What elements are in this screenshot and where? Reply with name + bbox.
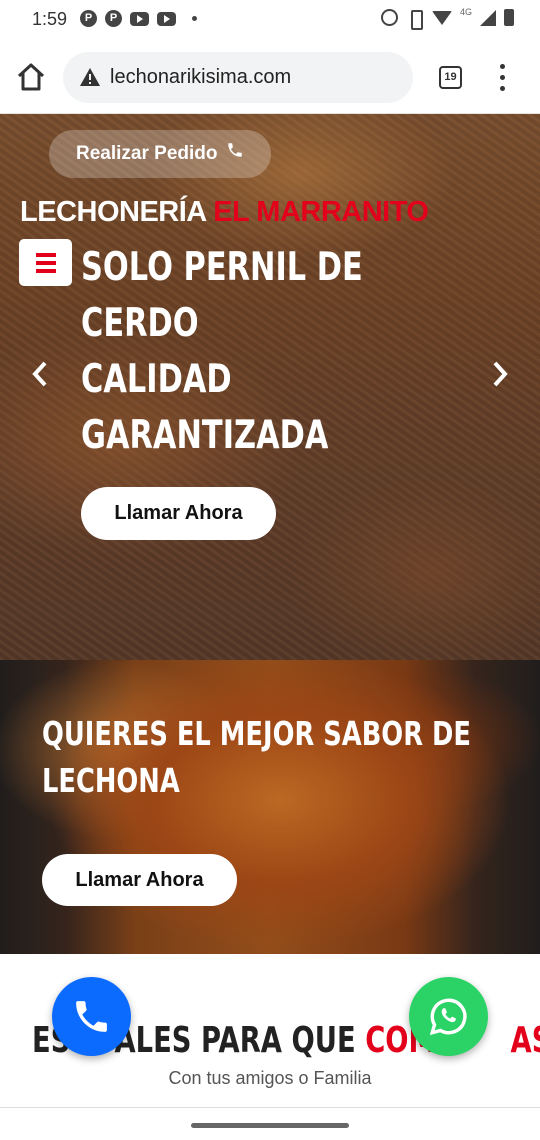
phone-icon [226, 130, 244, 178]
hero-slider: Realizar Pedido LECHONERÍA EL MARRANITO … [0, 114, 540, 660]
floating-whatsapp-button[interactable] [409, 977, 488, 1056]
chevron-right-icon[interactable] [488, 359, 512, 389]
url-text[interactable]: lechonarikisima.com [110, 66, 291, 89]
battery-icon [504, 9, 514, 26]
hero-title-line: SOLO PERNIL DE [81, 245, 363, 290]
lechona-image [0, 660, 540, 954]
wifi-icon [431, 10, 452, 25]
brand-name: EL MARRANITO [213, 196, 429, 228]
call-now-button[interactable]: Llamar Ahora [42, 854, 237, 906]
browser-toolbar: lechonarikisima.com 19 [0, 40, 540, 114]
youtube-icon [130, 11, 149, 26]
promo-title-line: QUIERES EL MEJOR SABOR DE [42, 714, 471, 753]
pinterest-icon: P [80, 10, 97, 27]
vibrate-icon [406, 9, 424, 30]
network-type: 4G [459, 6, 472, 17]
home-icon[interactable] [14, 60, 48, 94]
promo-banner: QUIERES EL MEJOR SABOR DE LECHONA Llamar… [0, 660, 540, 954]
hero-title: SOLO PERNIL DE CERDO CALIDAD GARANTIZADA [81, 240, 363, 464]
notification-icons: P P [80, 10, 197, 27]
divider [0, 1107, 540, 1108]
section-title-middle: ALES PARA QUE [114, 1020, 356, 1061]
floating-call-button[interactable] [52, 977, 131, 1056]
section-subtitle: Con tus amigos o Familia [168, 1068, 372, 1088]
hero-title-line: CERDO [81, 301, 199, 346]
tabs-icon[interactable]: 19 [439, 66, 462, 89]
overflow-menu-icon[interactable] [492, 64, 514, 92]
youtube-icon [157, 11, 176, 26]
hamburger-icon[interactable] [19, 239, 72, 286]
hero-title-line: CALIDAD [81, 357, 232, 402]
brand-prefix: LECHONERÍA [20, 196, 206, 228]
promo-title-line: LECHONA [42, 761, 180, 800]
section-title-end: AS [510, 1020, 540, 1061]
hero-title-line: GARANTIZADA [81, 413, 329, 458]
gesture-nav-handle[interactable] [191, 1123, 349, 1128]
chevron-left-icon[interactable] [28, 359, 52, 389]
signal-icon [480, 9, 496, 26]
alarm-icon [380, 9, 398, 26]
warning-icon[interactable] [79, 67, 101, 87]
order-button[interactable]: Realizar Pedido [49, 130, 271, 178]
whatsapp-icon [429, 998, 467, 1036]
address-bar[interactable]: lechonarikisima.com [63, 52, 413, 103]
status-bar: 1:59 P P 4G [0, 0, 540, 40]
system-icons: 4G [380, 6, 514, 30]
order-button-label: Realizar Pedido [76, 143, 218, 165]
status-time: 1:59 [32, 9, 68, 29]
more-notifications-icon [192, 16, 197, 21]
promo-title: QUIERES EL MEJOR SABOR DE LECHONA [42, 710, 471, 804]
pinterest-icon: P [105, 10, 122, 27]
phone-icon [76, 1001, 107, 1032]
site-brand[interactable]: LECHONERÍA EL MARRANITO [20, 196, 429, 229]
call-now-button[interactable]: Llamar Ahora [81, 487, 276, 540]
